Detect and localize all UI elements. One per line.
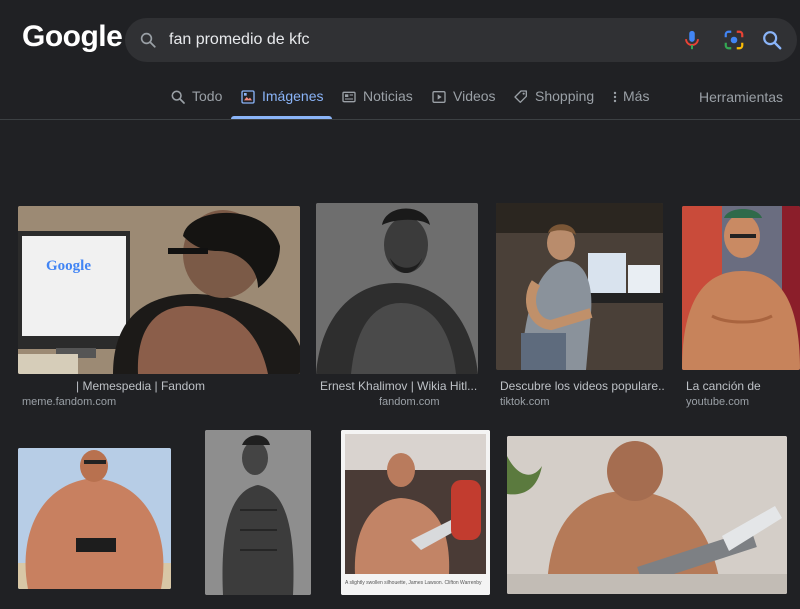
search-box[interactable] — [125, 18, 797, 62]
result-title[interactable]: | Memespedia | Fandom — [76, 379, 300, 393]
tab-more[interactable]: Más — [611, 88, 649, 118]
image-result[interactable] — [205, 430, 311, 595]
result-thumbnail[interactable] — [682, 206, 800, 370]
result-source[interactable]: fandom.com — [379, 396, 440, 408]
search-tabs: Todo Imágenes Noticias Videos Shopping M… — [0, 80, 800, 120]
image-result[interactable] — [507, 436, 787, 594]
thumbnail-caption: A slightly swollen silhouette, James Law… — [345, 580, 482, 586]
result-thumbnail[interactable]: Google — [18, 206, 300, 374]
tab-all[interactable]: Todo — [170, 88, 222, 118]
result-thumbnail[interactable] — [205, 430, 311, 595]
tab-videos[interactable]: Videos — [431, 88, 496, 118]
tab-images[interactable]: Imágenes — [230, 88, 334, 119]
tab-label: Noticias — [363, 88, 413, 104]
image-result[interactable]: Google | Memespedia | Fandom meme.fandom… — [18, 206, 300, 412]
result-thumbnail[interactable]: A slightly swollen silhouette, James Law… — [341, 430, 490, 595]
result-image — [496, 203, 663, 370]
image-result[interactable]: Descubre los videos populare... tiktok.c… — [496, 203, 664, 412]
result-image — [341, 430, 490, 595]
tab-label: Shopping — [535, 88, 595, 104]
search-input[interactable] — [169, 28, 669, 52]
image-result[interactable]: A slightly swollen silhouette, James Law… — [341, 430, 490, 595]
result-source[interactable]: youtube.com — [686, 396, 749, 408]
result-title[interactable]: Ernest Khalimov | Wikia Hitl... — [320, 379, 478, 393]
tag-icon — [514, 90, 527, 103]
result-title[interactable]: Descubre los videos populare... — [500, 379, 664, 393]
tab-label: Todo — [192, 88, 223, 104]
more-vert-icon — [613, 91, 617, 103]
result-title[interactable]: La canción de — [686, 379, 800, 393]
tab-label: Más — [623, 88, 650, 104]
image-result[interactable]: Ernest Khalimov | Wikia Hitl... fandom.c… — [316, 203, 478, 412]
result-image — [507, 436, 787, 594]
search-icon — [140, 32, 156, 48]
result-image — [18, 448, 171, 589]
image-icon — [241, 90, 255, 104]
tools-button[interactable]: Herramientas — [699, 89, 783, 105]
thumbnail-google-text: Google — [46, 258, 91, 274]
tab-label: Imágenes — [262, 88, 324, 104]
search-submit-icon[interactable] — [761, 29, 783, 51]
image-result[interactable] — [18, 448, 171, 589]
play-icon — [432, 91, 446, 103]
google-logo[interactable]: Google — [22, 20, 123, 54]
image-result[interactable]: La canción de youtube.com — [682, 206, 800, 412]
result-image — [18, 206, 300, 374]
google-lens-icon[interactable] — [723, 29, 745, 51]
microphone-icon[interactable] — [681, 29, 703, 51]
header: Google Todo — [0, 0, 800, 120]
search-icon — [171, 90, 185, 104]
result-image — [682, 206, 800, 370]
newspaper-icon — [342, 91, 356, 103]
result-image — [205, 430, 311, 595]
result-thumbnail[interactable] — [316, 203, 478, 374]
tab-news[interactable]: Noticias — [341, 88, 413, 118]
tab-label: Videos — [453, 88, 496, 104]
result-thumbnail[interactable] — [18, 448, 171, 589]
result-thumbnail[interactable] — [507, 436, 787, 594]
result-source[interactable]: tiktok.com — [500, 396, 550, 408]
tab-shopping[interactable]: Shopping — [513, 88, 594, 118]
result-source[interactable]: meme.fandom.com — [22, 396, 116, 408]
result-image — [316, 203, 478, 374]
result-thumbnail[interactable] — [496, 203, 663, 370]
